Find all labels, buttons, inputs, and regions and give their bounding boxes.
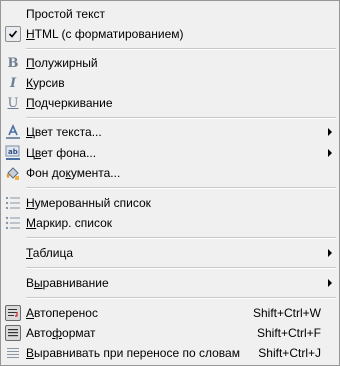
- menu-item-label: Выравнивать при переносе по словам: [26, 346, 240, 360]
- menu-item-autoformat[interactable]: Автоформат Shift+Ctrl+F: [1, 323, 339, 343]
- menu-item-label: Фон документа...: [26, 166, 121, 180]
- menu-item-background-color[interactable]: ab Цвет фона...: [1, 143, 339, 163]
- italic-icon: I: [9, 75, 17, 91]
- menu-item-bold[interactable]: B Полужирный: [1, 53, 339, 73]
- menu-item-label: Цвет фона...: [26, 146, 97, 160]
- paint-bucket-icon: [4, 164, 22, 182]
- justify-icon: [4, 344, 22, 362]
- bulleted-list-icon: [4, 214, 22, 232]
- underline-icon: U: [7, 95, 19, 111]
- menu-item-plain-text[interactable]: Простой текст: [1, 4, 339, 24]
- shortcut-text: Shift+Ctrl+J: [258, 346, 321, 360]
- autoformat-icon: [4, 324, 22, 342]
- menu-item-label: Курсив: [26, 76, 65, 90]
- separator: [26, 297, 336, 299]
- menu-item-html[interactable]: HTML (с форматированием): [1, 24, 339, 44]
- menu-item-autowrap[interactable]: Автоперенос Shift+Ctrl+W: [1, 303, 339, 323]
- numbered-list-icon: [4, 194, 22, 212]
- menu-item-underline[interactable]: U Подчеркивание: [1, 93, 339, 113]
- separator: [26, 117, 336, 119]
- menu-item-label: Выравнивание: [26, 276, 109, 290]
- submenu-arrow-icon: [328, 149, 332, 157]
- menu-item-numbered-list[interactable]: Нумерованный список: [1, 193, 339, 213]
- separator: [26, 48, 336, 50]
- submenu-arrow-icon: [328, 279, 332, 287]
- menu-item-text-color[interactable]: Цвет текста...: [1, 122, 339, 142]
- menu-item-label: Таблица: [26, 246, 74, 260]
- menu-item-label: Маркир. список: [26, 216, 113, 230]
- context-menu: Простой текст HTML (с форматированием) B…: [0, 0, 340, 366]
- menu-item-label: Подчеркивание: [26, 96, 113, 110]
- shortcut-text: Shift+Ctrl+F: [256, 326, 321, 340]
- separator: [26, 187, 336, 189]
- menu-item-label: Цвет текста...: [26, 125, 102, 139]
- menu-item-bulleted-list[interactable]: Маркир. список: [1, 213, 339, 233]
- shortcut-text: Shift+Ctrl+W: [252, 306, 321, 320]
- check-icon: [4, 25, 22, 43]
- background-color-icon: ab: [4, 144, 22, 162]
- menu-item-label: Автоперенос: [26, 306, 98, 320]
- text-color-icon: [4, 123, 22, 141]
- separator: [26, 267, 336, 269]
- autowrap-icon: [4, 304, 22, 322]
- menu-item-label: Полужирный: [26, 56, 98, 70]
- separator: [26, 237, 336, 239]
- menu-item-alignment[interactable]: Выравнивание: [1, 273, 339, 293]
- menu-item-label: Нумерованный список: [26, 196, 151, 210]
- menu-item-label: HTML (с форматированием): [26, 27, 184, 41]
- svg-text:ab: ab: [8, 148, 18, 156]
- menu-item-label: Простой текст: [26, 7, 105, 21]
- menu-item-table[interactable]: Таблица: [1, 243, 339, 263]
- menu-item-page-background[interactable]: Фон документа...: [1, 163, 339, 183]
- submenu-arrow-icon: [328, 128, 332, 136]
- menu-item-justify-words[interactable]: Выравнивать при переносе по словам Shift…: [1, 343, 339, 363]
- bold-icon: B: [7, 55, 19, 71]
- menu-item-label: Автоформат: [26, 326, 96, 340]
- submenu-arrow-icon: [328, 249, 332, 257]
- menu-item-italic[interactable]: I Курсив: [1, 73, 339, 93]
